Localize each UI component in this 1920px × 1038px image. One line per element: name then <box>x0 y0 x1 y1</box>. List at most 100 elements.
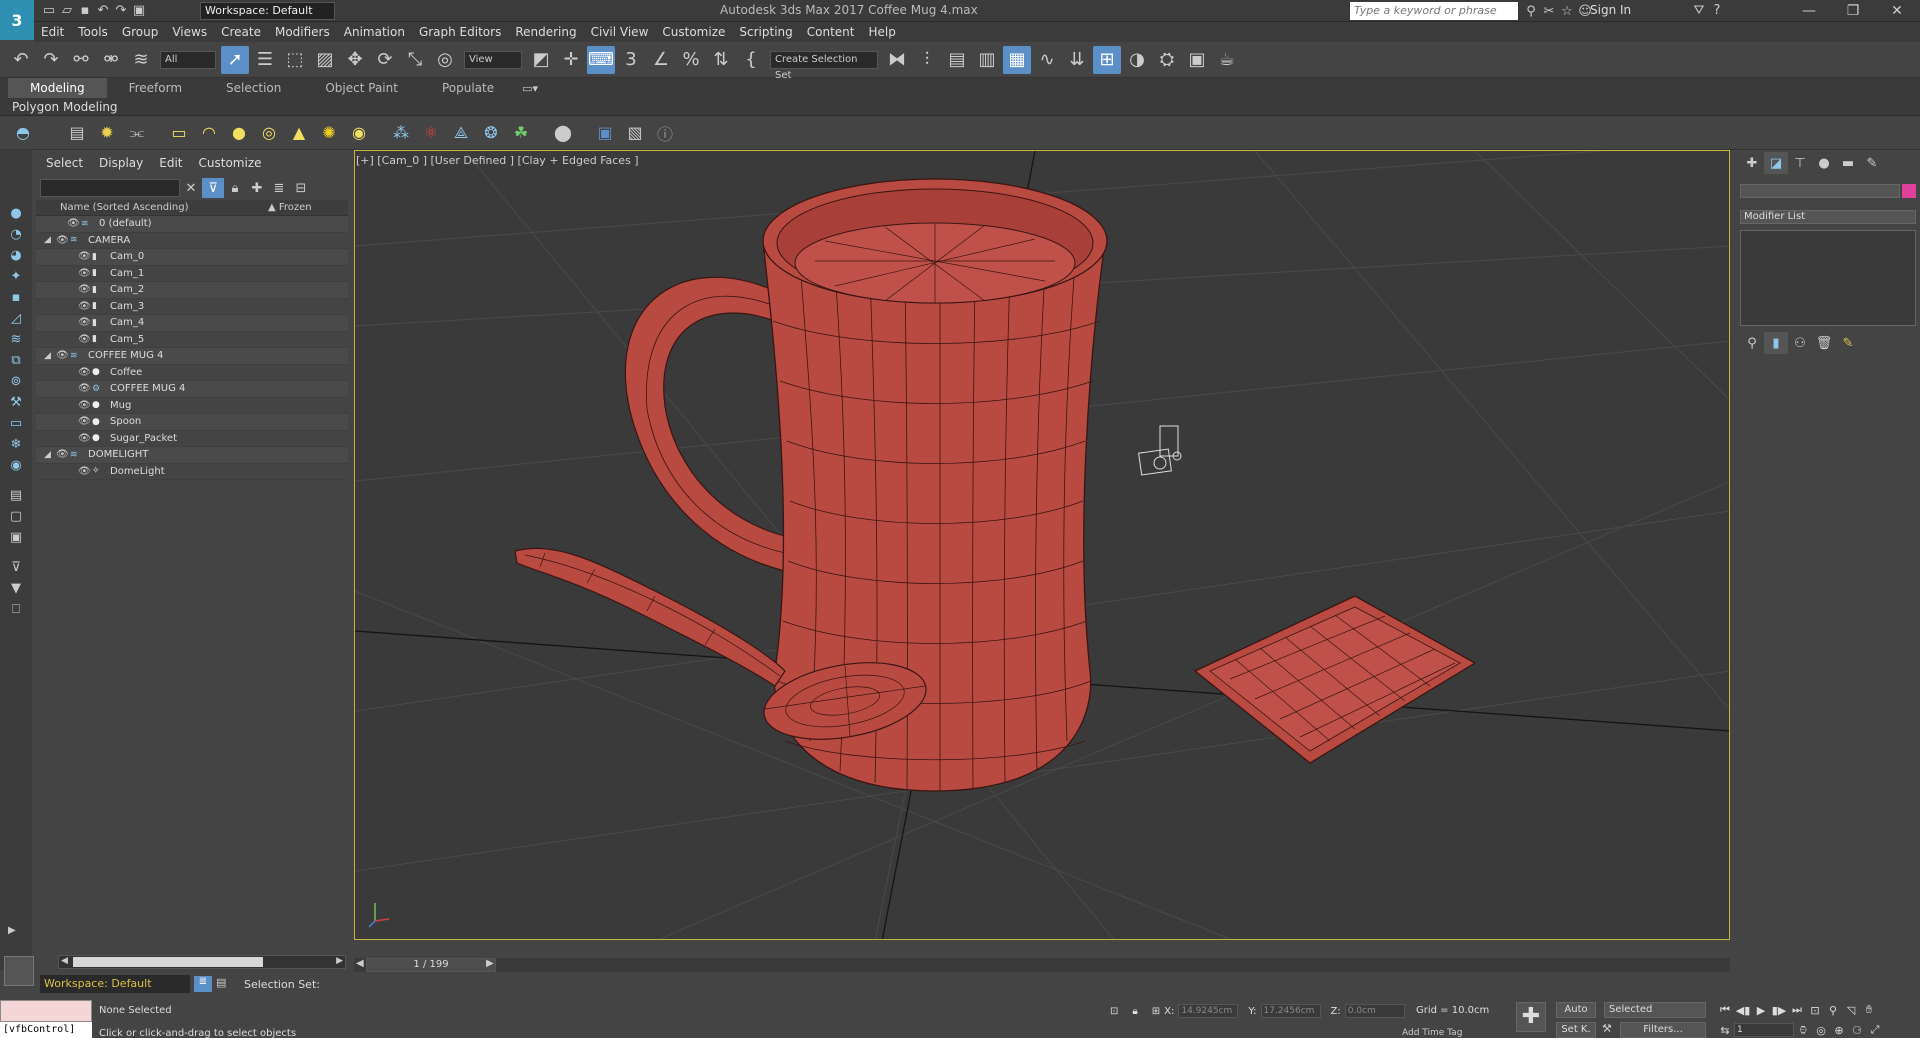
funnel-icon[interactable]: ▼ <box>4 578 28 598</box>
hierarchy-icon[interactable]: ⊟ <box>290 178 312 198</box>
tree-row[interactable]: 👁︎ ≋ 0 (default) <box>36 216 348 233</box>
cameras-filter-icon[interactable]: ▪ <box>4 287 28 307</box>
explorer-menu-display[interactable]: Display <box>99 156 143 170</box>
visibility-eye-icon[interactable]: 👁︎ <box>78 400 92 411</box>
tree-row[interactable]: 👁︎ ● Spoon <box>36 414 348 431</box>
tree-row[interactable]: 👁︎ ● Coffee <box>36 365 348 381</box>
frozen-filter-icon[interactable]: ❄ <box>4 434 28 454</box>
redo-icon[interactable]: ↷ <box>112 3 130 19</box>
maximize-viewport-icon[interactable]: ⤢ <box>1866 1022 1884 1038</box>
edit-named-selection-icon[interactable]: { <box>737 46 765 74</box>
play-icon[interactable]: ▶ <box>1752 1002 1770 1018</box>
shapes-filter-icon[interactable]: ◕ <box>4 245 28 265</box>
key-mode-toggle-icon[interactable]: ⇆ <box>1716 1022 1734 1038</box>
visibility-eye-icon[interactable]: 👁︎ <box>67 218 81 229</box>
maxscript-mini-listener[interactable] <box>0 1000 92 1022</box>
selection-filter-dropdown[interactable]: All <box>160 50 216 69</box>
next-frame-icon[interactable]: ▮▶ <box>1770 1002 1788 1018</box>
filters-button[interactable]: Filters... <box>1620 1022 1706 1038</box>
rendered-frame-icon[interactable]: ▣ <box>1183 46 1211 74</box>
visibility-eye-icon[interactable]: 👁︎ <box>78 268 92 279</box>
tree-row[interactable]: 👁︎ ✧ DomeLight <box>36 464 348 480</box>
menu-modifiers[interactable]: Modifiers <box>268 22 337 42</box>
utilities-tab-icon[interactable]: ✎ <box>1860 152 1884 174</box>
render-icon[interactable]: ☕ <box>1213 46 1241 74</box>
time-slider[interactable] <box>354 958 1730 972</box>
bones-filter-icon[interactable]: ⚒ <box>4 392 28 412</box>
explorer-menu-select[interactable]: Select <box>46 156 83 170</box>
expand-toggle-icon[interactable]: ◢ <box>44 450 56 460</box>
camera-create-icon[interactable]: ▣ <box>591 119 619 147</box>
visibility-eye-icon[interactable]: 👁︎ <box>78 334 92 345</box>
tab-selection[interactable]: Selection <box>204 78 303 98</box>
select-by-name-icon[interactable]: ☰ <box>251 46 279 74</box>
groups-filter-icon[interactable]: ⧉ <box>4 350 28 370</box>
tree-row[interactable]: 👁︎ ▮ Cam_1 <box>36 266 348 282</box>
visibility-eye-icon[interactable]: 👁︎ <box>78 466 92 477</box>
rotate-icon[interactable]: ⟳ <box>371 46 399 74</box>
key-mode-icon[interactable]: ⚒ <box>1602 1022 1612 1035</box>
layer-explorer-icon[interactable]: ▤ <box>943 46 971 74</box>
binoculars-icon[interactable]: ⚲ <box>1522 3 1540 19</box>
invert-display-icon[interactable]: ▣ <box>4 527 28 547</box>
containers-filter-icon[interactable]: ▭ <box>4 413 28 433</box>
move-icon[interactable]: ✥ <box>341 46 369 74</box>
viewport-label[interactable]: [+] [Cam_0 ] [User Defined ] [Clay + Edg… <box>356 154 639 167</box>
layer-toggle-icon[interactable]: ≣ <box>194 976 212 992</box>
tree-row[interactable]: 👁︎ ▮ Cam_3 <box>36 299 348 315</box>
structure-icon[interactable]: ⟁ <box>447 119 475 147</box>
biped-icon[interactable]: ☘ <box>507 119 535 147</box>
orbit-icon[interactable]: ◎ <box>1812 1022 1830 1038</box>
visibility-eye-icon[interactable]: 👁︎ <box>78 284 92 295</box>
sun-light-icon[interactable]: ✺ <box>315 119 343 147</box>
filter-icon[interactable]: ⊽ <box>4 557 28 577</box>
viewport-layout-icon[interactable]: ◓ <box>9 119 37 147</box>
minimize-button[interactable]: — <box>1788 0 1830 22</box>
tree-row[interactable]: 👁︎ ● Mug <box>36 398 348 414</box>
visibility-eye-icon[interactable]: 👁︎ <box>78 251 92 262</box>
geometry-filter-icon[interactable]: ◔ <box>4 224 28 244</box>
viewport[interactable] <box>354 150 1730 940</box>
hierarchy-tab-icon[interactable]: ⊤ <box>1788 152 1812 174</box>
maxscript-output[interactable]: [vfbControl] <box>0 1022 92 1038</box>
x-coordinate-field[interactable]: 14.9245cm <box>1178 1004 1239 1018</box>
mug-handle[interactable] <box>624 276 786 572</box>
help-icon[interactable]: ? <box>1708 2 1726 18</box>
menu-graph-editors[interactable]: Graph Editors <box>412 22 508 42</box>
scrollbar-thumb[interactable] <box>73 957 263 967</box>
percent-snap-icon[interactable]: % <box>677 46 705 74</box>
menu-civil-view[interactable]: Civil View <box>584 22 656 42</box>
bone-icon[interactable]: ⫘ <box>123 119 151 147</box>
y-coordinate-field[interactable]: 17.2456cm <box>1260 1004 1321 1018</box>
zoom-extents-icon[interactable]: ⊡ <box>1806 1002 1824 1018</box>
modifier-list-dropdown[interactable]: Modifier List <box>1740 210 1916 224</box>
maxscript-listener-button[interactable] <box>4 956 34 986</box>
tab-modeling[interactable]: Modeling <box>8 78 107 98</box>
time-prev-icon[interactable]: ◀ <box>356 958 364 969</box>
time-next-icon[interactable]: ▶ <box>486 958 494 969</box>
tree-row[interactable]: ◢ 👁︎ ≋ DOMELIGHT <box>36 447 348 464</box>
menu-help[interactable]: Help <box>862 22 903 42</box>
object-color-swatch[interactable] <box>1902 184 1916 198</box>
visibility-eye-icon[interactable]: 👁︎ <box>78 367 92 378</box>
maximize-button[interactable]: ❐ <box>1832 0 1874 22</box>
camera-gizmo[interactable] <box>1138 425 1182 476</box>
set-key-icon[interactable]: ✚ <box>1516 1002 1546 1032</box>
explorer-search-input[interactable] <box>40 179 180 197</box>
configure-sets-icon[interactable]: ✎ <box>1836 332 1860 354</box>
display-none-toggle-icon[interactable]: ▢ <box>4 506 28 526</box>
tab-populate[interactable]: Populate <box>420 78 516 98</box>
expand-toggle-icon[interactable]: ◢ <box>44 351 56 361</box>
menu-group[interactable]: Group <box>115 22 166 42</box>
motion-tab-icon[interactable]: ● <box>1812 152 1836 174</box>
new-file-icon[interactable]: ▭ <box>40 3 58 19</box>
tree-row[interactable]: 👁︎ ▮ Cam_2 <box>36 282 348 299</box>
visibility-eye-icon[interactable]: 👁︎ <box>56 235 70 246</box>
absolute-mode-icon[interactable]: ⊞ <box>1152 1006 1160 1017</box>
close-button[interactable]: ✕ <box>1876 0 1918 22</box>
dolly-icon[interactable]: ⊕ <box>1830 1022 1848 1038</box>
scroll-left-icon[interactable]: ◀ <box>61 956 68 966</box>
visibility-eye-icon[interactable]: 👁︎ <box>78 317 92 328</box>
scroll-right-icon[interactable]: ▶ <box>336 956 343 966</box>
menu-content[interactable]: Content <box>800 22 862 42</box>
